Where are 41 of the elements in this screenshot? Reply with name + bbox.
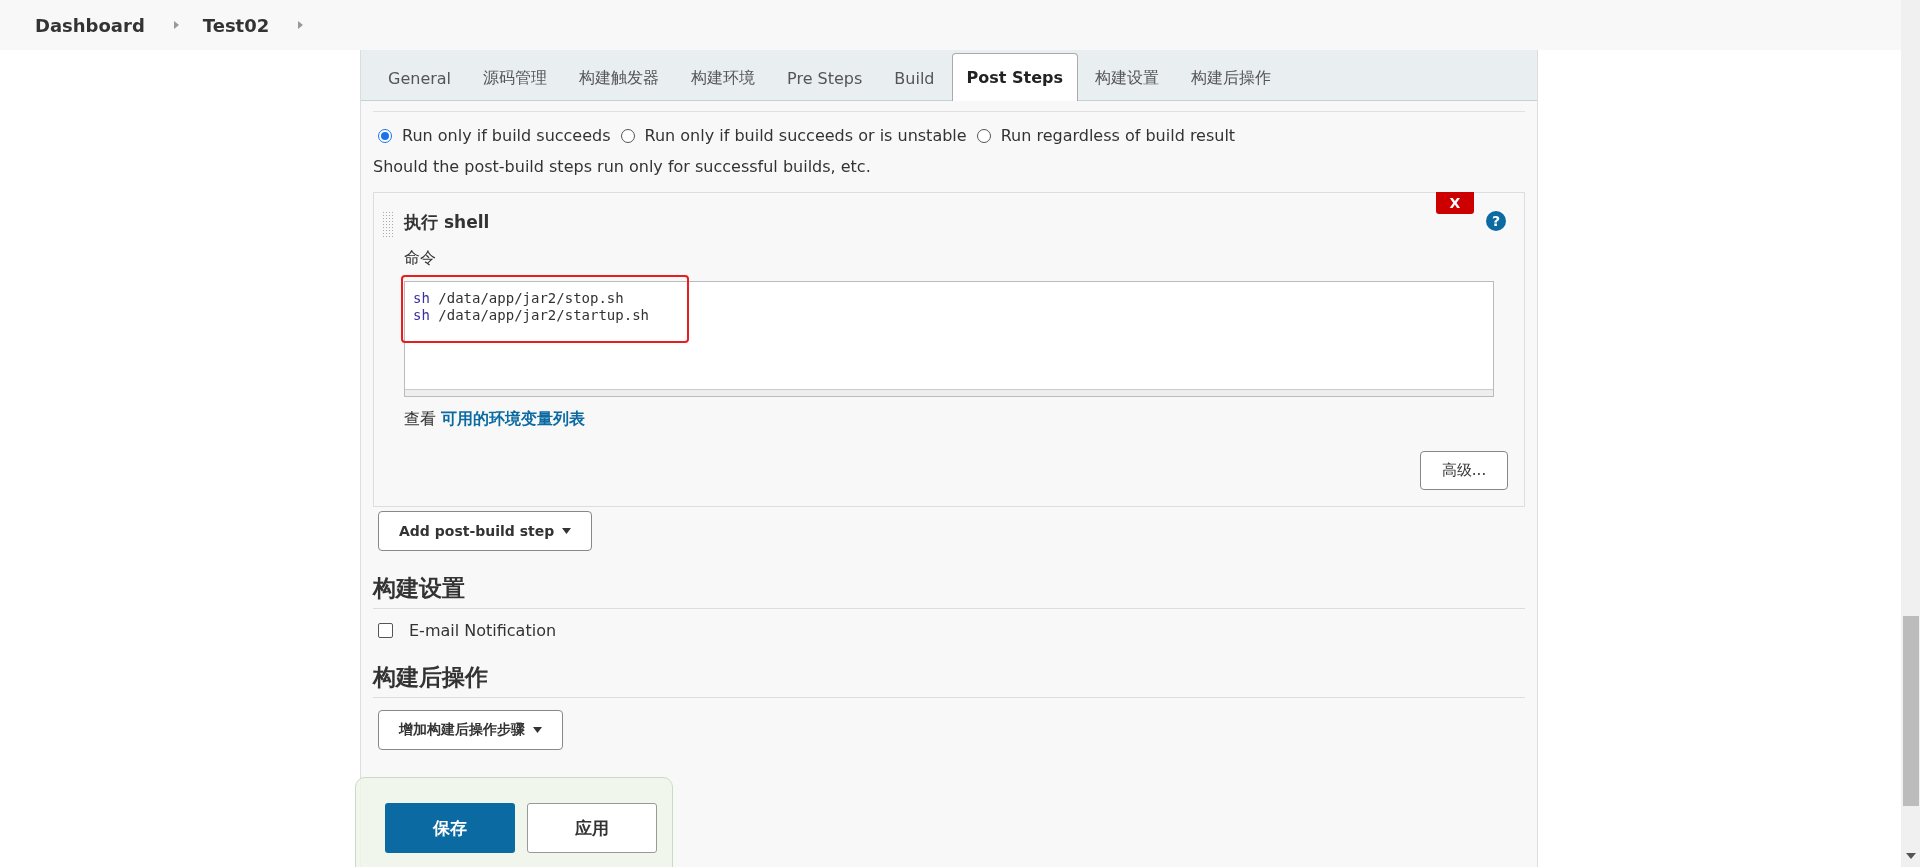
resize-handle[interactable] xyxy=(405,389,1493,396)
radio-label: Run only if build succeeds or is unstable xyxy=(644,126,967,145)
delete-button[interactable]: X xyxy=(1436,192,1474,214)
section-heading: 构建设置 xyxy=(373,573,1525,609)
tab[interactable]: 源码管理 xyxy=(468,54,563,101)
chevron-icon xyxy=(172,20,181,30)
code-line: sh /data/app/jar2/startup.sh xyxy=(413,307,650,324)
breadcrumb-link[interactable]: Dashboard xyxy=(35,14,145,36)
tab[interactable]: Post Steps xyxy=(951,53,1078,101)
field-label: 命令 xyxy=(404,248,437,269)
section-heading: 构建后操作 xyxy=(373,662,1525,698)
env-link[interactable]: 可用的环境变量列表 xyxy=(441,409,586,428)
tab[interactable]: General xyxy=(373,54,467,101)
radio-button[interactable] xyxy=(976,128,991,143)
save-button[interactable]: 保存 xyxy=(385,803,515,853)
breadcrumb-link[interactable]: Test02 xyxy=(202,14,270,36)
apply-button[interactable]: 应用 xyxy=(527,803,657,853)
radio-label: Run only if build succeeds xyxy=(402,126,611,145)
caret-icon xyxy=(562,528,572,534)
add-step-button[interactable]: Add post-build step xyxy=(378,511,593,551)
tab[interactable]: 构建环境 xyxy=(676,54,771,101)
tab[interactable]: Build xyxy=(879,54,950,101)
scroll-down-icon[interactable] xyxy=(1906,853,1916,859)
description-text: Should the post-build steps run only for successful builds, etc. xyxy=(373,157,872,176)
add-action-button[interactable]: 增加构建后操作步骤 xyxy=(378,710,563,750)
scrollbar-thumb[interactable] xyxy=(1903,616,1919,806)
caret-icon xyxy=(533,727,542,733)
env-text: 查看 xyxy=(404,409,437,428)
step-title: 执行 shell xyxy=(404,211,491,234)
tab[interactable]: 构建触发器 xyxy=(564,54,675,101)
checkbox[interactable] xyxy=(378,623,393,638)
tab[interactable]: Pre Steps xyxy=(772,54,878,101)
tab[interactable]: 构建设置 xyxy=(1080,54,1174,101)
advanced-button[interactable]: 高级... xyxy=(1420,451,1508,490)
help-icon[interactable]: ? xyxy=(1486,211,1506,231)
radio-button[interactable] xyxy=(378,128,392,143)
checkbox-label: E-mail Notification xyxy=(409,621,557,640)
radio-label: Run regardless of build result xyxy=(1000,126,1236,145)
radio-button[interactable] xyxy=(620,128,635,143)
code-line: sh /data/app/jar2/stop.sh xyxy=(413,290,625,307)
tab[interactable]: 构建后操作 xyxy=(1176,54,1286,101)
